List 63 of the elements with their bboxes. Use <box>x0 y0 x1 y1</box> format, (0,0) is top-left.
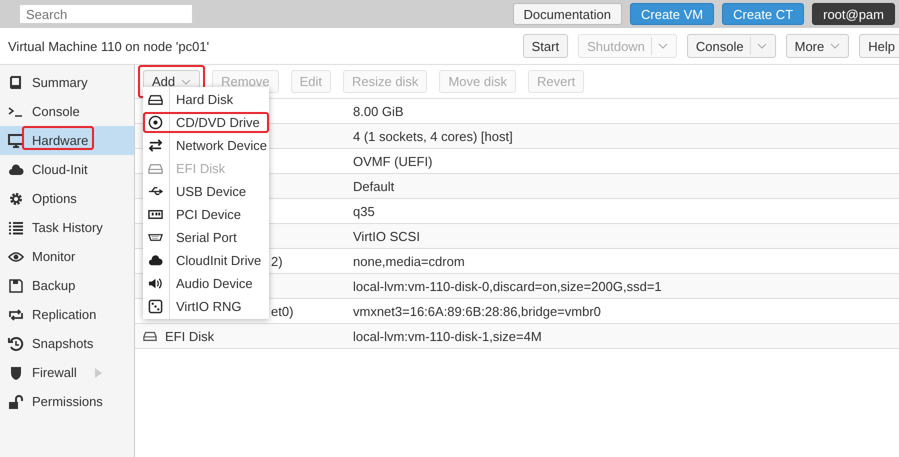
floppy-icon <box>8 278 24 294</box>
table-cell: 4 (1 sockets, 4 cores) [host] <box>353 128 513 144</box>
sidebar-item[interactable]: Summary <box>0 68 134 97</box>
arrows-icon <box>8 306 24 322</box>
monitor-icon <box>8 132 24 148</box>
search-field[interactable]: Search <box>20 5 192 23</box>
sidebar-item[interactable]: Cloud-Init <box>0 155 134 184</box>
speaker-icon <box>148 276 163 291</box>
table-cell: vmxnet3=16:6A:89:6B:28:86,bridge=vmbr0 <box>353 304 601 318</box>
shield-icon <box>8 364 24 380</box>
menu-item[interactable]: PCI Device <box>143 203 269 226</box>
sidebar-item[interactable]: Snapshots <box>0 329 134 358</box>
dice-icon <box>148 299 163 314</box>
table-cell: 2) <box>271 254 283 268</box>
sidebar-item[interactable]: Monitor <box>0 242 134 271</box>
user-menu-button[interactable]: root@pam <box>812 3 895 25</box>
table-cell: et0) <box>271 304 294 318</box>
menu-item[interactable]: Audio Device <box>143 272 269 295</box>
table-cell: none,media=cdrom <box>353 254 465 268</box>
sidebar-item[interactable]: Console <box>0 97 134 126</box>
card-icon <box>148 207 163 222</box>
page-title: Virtual Machine 110 on node 'pc01' <box>8 38 210 54</box>
book-icon <box>8 74 24 90</box>
sidebar-item[interactable]: Options <box>0 184 134 213</box>
table-cell: local-lvm:vm-110-disk-1,size=4M <box>353 328 542 344</box>
swap-icon <box>148 138 163 153</box>
toolbar-button[interactable]: Help <box>859 34 899 58</box>
table-cell: Default <box>353 178 394 194</box>
header-button[interactable]: Documentation <box>512 3 622 25</box>
table-cell: q35 <box>353 204 375 218</box>
sidebar-item[interactable]: Backup <box>0 271 134 300</box>
sidebar-item[interactable]: Replication <box>0 300 134 329</box>
table-cell: OVMF (UEFI) <box>353 154 432 168</box>
sidebar-item[interactable]: Firewall <box>0 358 134 387</box>
toolbar-button[interactable]: More <box>786 34 850 58</box>
table-cell: 8.00 GiB <box>353 104 404 118</box>
menu-item[interactable]: USB Device <box>143 180 269 203</box>
history-icon <box>8 336 24 352</box>
highlight-box <box>22 126 94 150</box>
caret-icon <box>756 43 767 49</box>
toolbar-button[interactable]: Start <box>522 34 568 58</box>
menu-item[interactable]: Network Device <box>143 134 269 157</box>
table-cell: local-lvm:vm-110-disk-0,discard=on,size=200G,ssd=1 <box>353 278 662 294</box>
table-cell: VirtIO SCSI <box>353 228 420 244</box>
table-cell: EFI Disk <box>165 328 214 344</box>
unlock-icon <box>8 394 24 410</box>
menu-item[interactable]: VirtIO RNG <box>143 295 269 318</box>
menu-item[interactable]: Serial Port <box>143 226 269 249</box>
cloud-icon <box>8 162 24 178</box>
disc-icon <box>148 115 163 130</box>
list-icon <box>8 220 24 236</box>
gear-icon <box>8 190 24 206</box>
caret-icon <box>181 78 192 84</box>
caret-icon <box>658 43 668 49</box>
menu-item[interactable]: CD/DVD Drive <box>143 111 269 134</box>
sidebar-item[interactable]: Task History <box>0 213 134 242</box>
expand-arrow-icon <box>94 368 102 378</box>
toolbar-button[interactable]: Console <box>686 34 776 58</box>
menu-item[interactable]: CloudInit Drive <box>143 249 269 272</box>
sidebar-item[interactable]: Permissions <box>0 387 134 416</box>
caret-icon <box>830 43 840 49</box>
cloud-icon <box>148 253 163 268</box>
sidebar-item[interactable]: Hardware <box>0 126 134 155</box>
